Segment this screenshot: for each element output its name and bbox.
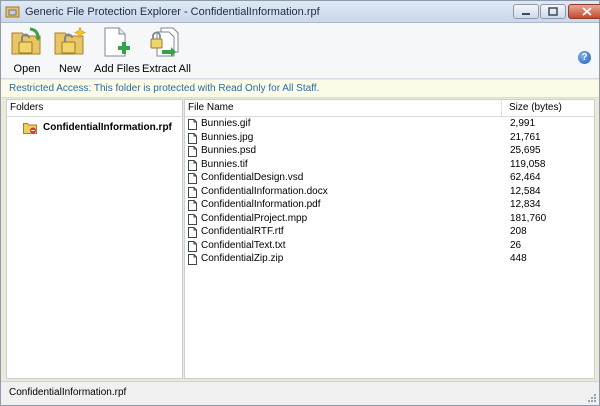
file-icon: [188, 173, 197, 184]
extract-all-label: Extract All: [142, 63, 191, 75]
new-button[interactable]: New: [51, 25, 89, 77]
file-size: 2,991: [510, 118, 536, 129]
table-row[interactable]: Bunnies.tif 119,058: [185, 159, 594, 173]
file-name: ConfidentialProject.mpp: [201, 212, 308, 224]
file-list-header: File Name Size (bytes): [185, 100, 594, 117]
file-icon: [188, 159, 197, 171]
table-row[interactable]: ConfidentialZip.zip 448: [185, 253, 594, 267]
app-window: Generic File Protection Explorer - Confi…: [0, 0, 600, 406]
help-icon[interactable]: ?: [578, 51, 591, 64]
maximize-icon: [548, 7, 558, 16]
files-pane: File Name Size (bytes) Bunnies.gif 2,991 B…: [184, 99, 595, 379]
file-icon: [188, 132, 197, 144]
file-size: 119,058: [510, 158, 546, 170]
file-name: Bunnies.jpg: [201, 131, 254, 143]
file-size: 181,760: [510, 212, 547, 224]
file-size: 448: [510, 253, 527, 264]
column-header-size[interactable]: Size (bytes): [509, 100, 562, 116]
file-icon: [188, 186, 197, 198]
table-row[interactable]: Bunnies.psd 25,695: [185, 145, 594, 159]
folders-header: Folders: [7, 100, 182, 117]
minimize-icon: [522, 12, 530, 15]
file-size: 12,584: [510, 185, 541, 197]
file-name: ConfidentialRTF.rtf: [201, 226, 284, 237]
file-icon: [188, 200, 197, 211]
open-button[interactable]: Open: [7, 25, 47, 77]
file-name: ConfidentialInformation.docx: [201, 185, 328, 197]
extract-all-icon: [150, 27, 179, 57]
file-name: ConfidentialInformation.pdf: [201, 199, 321, 210]
extract-all-button[interactable]: Extract All: [142, 25, 191, 77]
close-icon: [582, 7, 592, 16]
app-icon: [5, 6, 20, 18]
resize-grip-icon[interactable]: [586, 392, 596, 402]
file-size: 62,464: [510, 172, 541, 183]
file-icon: [188, 119, 197, 130]
status-text: ConfidentialInformation.rpf: [9, 387, 127, 398]
file-name: Bunnies.psd: [201, 145, 257, 156]
open-label: Open: [13, 63, 41, 75]
file-size: 21,761: [510, 131, 541, 143]
file-icon: [188, 254, 197, 265]
table-row[interactable]: Bunnies.gif 2,991: [185, 118, 594, 132]
add-files-icon: [104, 27, 130, 57]
add-files-button[interactable]: Add Files: [94, 25, 140, 77]
file-size: 12,834: [510, 199, 541, 210]
locked-folder-icon: [23, 122, 37, 134]
tree-item-label: ConfidentialInformation.rpf: [43, 122, 172, 133]
file-name: Bunnies.gif: [201, 118, 251, 129]
file-size: 26: [510, 239, 522, 251]
table-row[interactable]: ConfidentialText.txt 26: [185, 240, 594, 254]
folders-pane: Folders ConfidentialInformation.rpf: [6, 99, 183, 379]
table-row[interactable]: ConfidentialRTF.rtf 208: [185, 226, 594, 240]
file-name: ConfidentialZip.zip: [201, 253, 284, 264]
window-title: Generic File Protection Explorer - Confi…: [25, 6, 320, 18]
table-row[interactable]: ConfidentialDesign.vsd 62,464: [185, 172, 594, 186]
toolbar: Open New Add Files Extract All ?: [1, 23, 599, 79]
file-icon: [188, 227, 197, 238]
column-header-file-name[interactable]: File Name: [188, 100, 234, 116]
file-list: Bunnies.gif 2,991 Bunnies.jpg 21,761 Bunnies…: [185, 118, 594, 267]
open-lock-folder-icon: [11, 27, 41, 55]
file-icon: [188, 146, 197, 157]
maximize-button[interactable]: [540, 4, 566, 19]
file-name: ConfidentialDesign.vsd: [201, 172, 304, 183]
status-bar: ConfidentialInformation.rpf: [1, 381, 599, 405]
file-name: ConfidentialText.txt: [201, 239, 286, 251]
file-size: 25,695: [510, 145, 541, 156]
file-icon: [188, 240, 197, 252]
close-button[interactable]: [568, 4, 600, 19]
table-row[interactable]: ConfidentialProject.mpp 181,760: [185, 213, 594, 227]
restricted-access-banner: Restricted Access: This folder is protec…: [1, 80, 599, 98]
new-label: New: [58, 63, 81, 75]
minimize-button[interactable]: [513, 4, 539, 19]
column-divider[interactable]: [501, 100, 502, 116]
table-row[interactable]: ConfidentialInformation.pdf 12,834: [185, 199, 594, 213]
new-lock-folder-icon: [54, 26, 87, 55]
table-row[interactable]: Bunnies.jpg 21,761: [185, 132, 594, 146]
table-row[interactable]: ConfidentialInformation.docx 12,584: [185, 186, 594, 200]
add-files-label: Add Files: [94, 63, 140, 75]
tree-item-confidentialinformation[interactable]: ConfidentialInformation.rpf: [23, 120, 172, 135]
title-bar[interactable]: Generic File Protection Explorer - Confi…: [1, 1, 600, 23]
file-size: 208: [510, 226, 527, 237]
file-icon: [188, 213, 197, 225]
file-name: Bunnies.tif: [201, 158, 248, 170]
